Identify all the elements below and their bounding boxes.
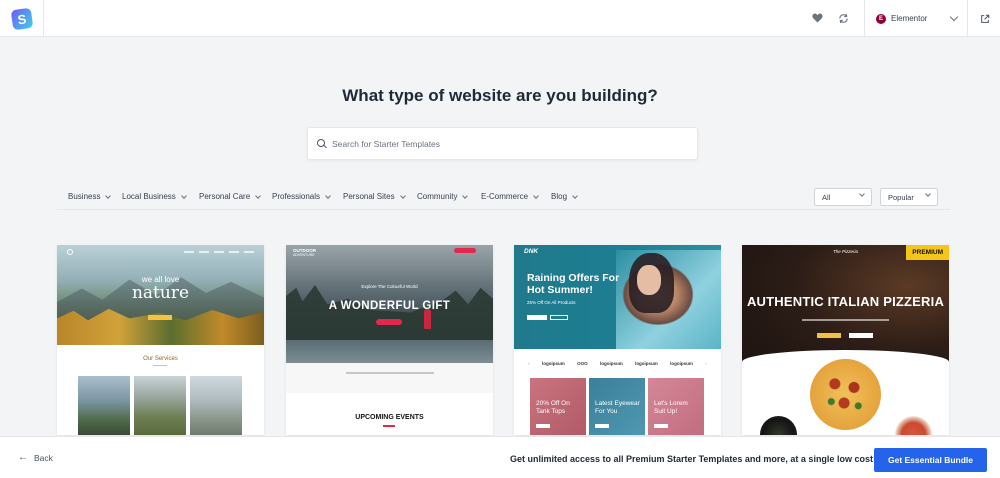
hero-button-secondary [849, 333, 873, 338]
elementor-icon: E [876, 13, 886, 24]
template-card-pizzeria[interactable]: The Pizzeria AUTHENTIC ITALIAN PIZZERIA … [742, 245, 949, 435]
chevron-down-icon [949, 12, 959, 22]
chevron-down-icon [572, 192, 578, 199]
brand-logo: logoipsum [542, 360, 565, 366]
section-title: Our Services [143, 356, 178, 362]
hero-title: A WONDERFUL GIFT [328, 300, 451, 312]
get-essential-bundle-button[interactable]: Get Essential Bundle [874, 448, 987, 472]
chevron-down-icon [180, 192, 187, 199]
hero-subtitle: 25% Off On All Products [527, 300, 576, 305]
logo-cell[interactable]: S [0, 0, 44, 37]
chevron-down-icon [105, 192, 112, 199]
type-filter-select[interactable]: All [814, 188, 872, 206]
hero-title: Raining Offers For Hot Summer! [527, 272, 620, 296]
chevron-down-icon [399, 192, 406, 199]
category-personal-care[interactable]: Personal Care [199, 192, 261, 201]
nav-button [454, 248, 476, 253]
search-icon [317, 138, 327, 149]
site-logo: DNK [524, 248, 539, 255]
service-image [190, 376, 242, 435]
back-label: Back [34, 452, 53, 463]
category-filters: Business Local Business Personal Care Pr… [57, 188, 950, 210]
quote-strip [286, 363, 493, 393]
promo-tile: Latest Eyewear For You [589, 378, 645, 435]
bottom-bar: ← Back Get unlimited access to all Premi… [0, 436, 1000, 478]
category-local-business[interactable]: Local Business [122, 192, 187, 201]
hero-button-outline [550, 315, 568, 320]
category-community[interactable]: Community [417, 192, 469, 201]
hero-button [148, 315, 172, 320]
hero-button [817, 333, 841, 338]
hero-title: AUTHENTIC ITALIAN PIZZERIA [746, 294, 945, 309]
dish-image [760, 416, 797, 435]
template-preview-nav [57, 245, 264, 259]
chevron-down-icon [533, 192, 539, 199]
exit-button[interactable] [969, 0, 1000, 37]
template-card-outdoor-adventure[interactable]: OUTDOOR ADVENTURE Explore The Colourful W… [286, 245, 493, 435]
category-e-commerce[interactable]: E-Commerce [481, 192, 539, 201]
chevron-down-icon [925, 191, 931, 197]
hiker-figure [424, 309, 431, 329]
hero-button [527, 315, 547, 320]
hero-button [376, 319, 402, 325]
divider [383, 425, 395, 427]
service-image [78, 376, 130, 435]
upgrade-promo-text: Get unlimited access to all Premium Star… [510, 454, 876, 464]
top-bar: S E Elementor [0, 0, 1000, 37]
category-business[interactable]: Business [68, 192, 112, 201]
quote-line [346, 372, 434, 374]
brand-logo: logoipsum [599, 360, 623, 366]
brand-logo: OOO [577, 360, 588, 366]
brand-logo: logoipsum [635, 360, 658, 366]
search-box[interactable] [307, 127, 698, 160]
premium-badge: PREMIUM [906, 245, 949, 260]
promo-tile: Let's Lorem Suit Up! [648, 378, 704, 435]
chevron-down-icon [325, 192, 331, 199]
brand-logo: logoipsum [670, 360, 693, 366]
promo-tile: 20% Off On Tank Tops [530, 378, 586, 435]
page-builder-select[interactable]: E Elementor [864, 0, 968, 37]
chevron-down-icon [255, 192, 261, 199]
chevron-down-icon [462, 192, 469, 199]
site-logo-icon [67, 249, 73, 255]
divider [153, 365, 167, 366]
brand-logos: ‹ logoipsum OOO logoipsum logoipsum logo… [528, 360, 707, 366]
model-face [637, 265, 661, 295]
hero-subtitle [802, 319, 889, 321]
section-title: UPCOMING EVENTS [355, 414, 424, 421]
page-title: What type of website are you building? [342, 86, 658, 105]
hero-title: nature [131, 283, 190, 303]
category-professionals[interactable]: Professionals [272, 192, 331, 201]
category-personal-sites[interactable]: Personal Sites [343, 192, 406, 201]
page-builder-label: Elementor [891, 14, 928, 23]
lake-image [286, 340, 493, 363]
arrow-left-icon: ← [18, 452, 28, 463]
sort-filter-select[interactable]: Popular [880, 188, 938, 206]
pizza-image [810, 359, 881, 430]
hero-tagline: Explore The Colourful World [361, 284, 418, 289]
search-input[interactable] [332, 138, 672, 149]
site-logo: OUTDOOR ADVENTURE [293, 248, 316, 257]
template-card-nature[interactable]: we all love nature Our Services [57, 245, 264, 435]
refresh-icon[interactable] [834, 9, 852, 27]
template-card-dnk-store[interactable]: DNK Raining Offers For Hot Summer! 25% O… [514, 245, 721, 435]
heart-icon[interactable] [808, 9, 826, 27]
chevron-down-icon [859, 191, 865, 197]
back-button[interactable]: ← Back [18, 452, 53, 463]
starter-templates-logo: S [10, 7, 33, 30]
external-link-icon [980, 14, 989, 23]
service-image [134, 376, 186, 435]
category-blog[interactable]: Blog [551, 192, 578, 201]
dish-image [895, 416, 932, 435]
